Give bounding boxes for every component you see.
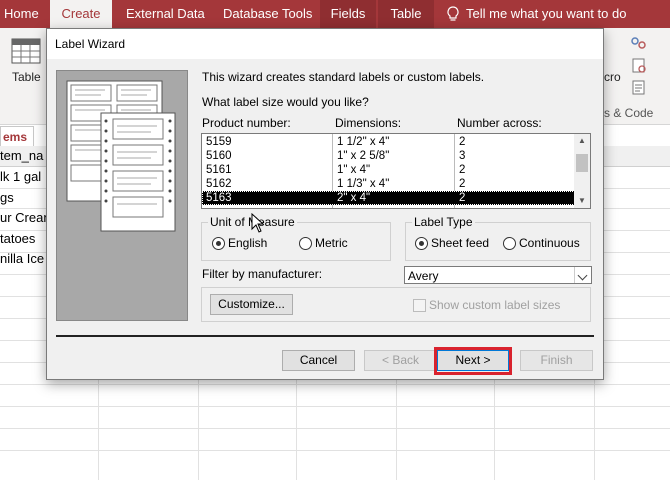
scroll-thumb[interactable]: [576, 154, 588, 172]
show-custom-sizes-label[interactable]: Show custom label sizes: [429, 298, 560, 312]
grid-line: [0, 406, 670, 407]
dialog-separator: [56, 335, 594, 337]
list-item-selected[interactable]: 5163 2" x 4" 2: [202, 191, 575, 205]
tab-table[interactable]: Table: [378, 0, 434, 28]
label-type-legend: Label Type: [412, 215, 475, 229]
metric-label[interactable]: Metric: [315, 236, 348, 250]
dimensions: 1 1/2" x 4": [337, 136, 390, 148]
list-item[interactable]: 5159 1 1/2" x 4" 2: [202, 135, 575, 149]
continuous-radio[interactable]: [503, 237, 516, 250]
grid-line: [0, 450, 670, 451]
visual-basic-icon[interactable]: [631, 80, 647, 96]
lightbulb-icon: [447, 6, 459, 21]
product-number: 5163: [206, 192, 232, 204]
label-type-group: Label Type Sheet feed Continuous: [405, 215, 591, 261]
english-radio[interactable]: [212, 237, 225, 250]
column-header-product-number: Product number:: [202, 116, 291, 130]
english-label[interactable]: English: [228, 236, 267, 250]
customize-panel: Customize... Show custom label sizes: [201, 287, 591, 322]
listbox-scrollbar[interactable]: ▲ ▼: [574, 134, 590, 208]
tell-me-text: Tell me what you want to do: [466, 6, 627, 21]
product-number: 5162: [206, 178, 232, 190]
sheet-feed-radio[interactable]: [415, 237, 428, 250]
number-across: 2: [459, 192, 466, 204]
manufacturer-select[interactable]: Avery: [404, 266, 592, 284]
grid-line: [0, 428, 670, 429]
tab-fields[interactable]: Fields: [320, 0, 376, 28]
number-across: 3: [459, 150, 466, 162]
scroll-down-icon[interactable]: ▼: [578, 196, 586, 205]
label-wizard-dialog: Label Wizard This wizard creates standar…: [46, 28, 604, 380]
tab-database-tools[interactable]: Database Tools: [223, 0, 312, 28]
wizard-intro-text: This wizard creates standard labels or c…: [202, 70, 485, 84]
label-size-question: What label size would you like?: [202, 95, 369, 109]
ribbon-group-macros-code: s & Code: [604, 106, 654, 120]
tab-create[interactable]: Create: [50, 0, 112, 28]
number-across: 2: [459, 136, 466, 148]
cancel-button[interactable]: Cancel: [282, 350, 355, 371]
dimensions: 2" x 4": [337, 192, 371, 204]
table-row[interactable]: lk 1 gal: [0, 169, 41, 184]
show-custom-sizes-checkbox[interactable]: [413, 299, 426, 312]
macro-button-label[interactable]: cro: [604, 70, 621, 84]
number-across: 2: [459, 164, 466, 176]
tab-external-data[interactable]: External Data: [126, 0, 205, 28]
filter-manufacturer-label: Filter by manufacturer:: [202, 267, 323, 281]
column-header-item-name[interactable]: tem_na: [0, 148, 43, 163]
list-item[interactable]: 5161 1" x 4" 2: [202, 163, 575, 177]
grid-line: [0, 384, 670, 385]
dialog-title: Label Wizard: [55, 37, 126, 51]
dimensions: 1" x 4": [337, 164, 371, 176]
number-across: 2: [459, 178, 466, 190]
back-button[interactable]: < Back: [364, 350, 437, 371]
modules-icon[interactable]: [630, 36, 648, 52]
table-row[interactable]: ur Crean: [0, 210, 51, 225]
mouse-pointer-icon: [251, 213, 265, 233]
list-item[interactable]: 5162 1 1/3" x 4" 2: [202, 177, 575, 191]
dimensions: 1 1/3" x 4": [337, 178, 390, 190]
table-row[interactable]: tatoes: [0, 231, 35, 246]
ribbon-tabbar: Home Create External Data Database Tools…: [0, 0, 670, 28]
sheet-feed-label[interactable]: Sheet feed: [431, 236, 489, 250]
unit-of-measure-group: Unit of Measure English Metric: [201, 215, 391, 261]
product-number: 5159: [206, 136, 232, 148]
table-button-label[interactable]: Table: [12, 70, 41, 84]
label-size-listbox[interactable]: 5159 1 1/2" x 4" 2 5160 1" x 2 5/8" 3 51…: [201, 133, 591, 209]
label-sheets-icon: [66, 80, 176, 232]
list-item[interactable]: 5160 1" x 2 5/8" 3: [202, 149, 575, 163]
table-row[interactable]: gs: [0, 190, 14, 205]
scroll-up-icon[interactable]: ▲: [578, 136, 586, 145]
metric-radio[interactable]: [299, 237, 312, 250]
column-header-number-across: Number across:: [457, 116, 542, 130]
next-button-highlight: [434, 347, 512, 375]
table-icon[interactable]: [11, 38, 41, 64]
column-header-dimensions: Dimensions:: [335, 116, 402, 130]
table-row[interactable]: nilla Ice: [0, 251, 44, 266]
manufacturer-value: Avery: [408, 269, 439, 283]
continuous-label[interactable]: Continuous: [519, 236, 580, 250]
dimensions: 1" x 2 5/8": [337, 150, 390, 162]
chevron-down-icon[interactable]: [574, 267, 591, 283]
dialog-title-bar[interactable]: Label Wizard: [47, 29, 603, 59]
document-tab-items[interactable]: ems: [0, 126, 34, 146]
product-number: 5160: [206, 150, 232, 162]
label-sheet-illustration: [56, 70, 188, 321]
customize-button[interactable]: Customize...: [210, 294, 293, 315]
class-module-icon[interactable]: [631, 58, 647, 74]
product-number: 5161: [206, 164, 232, 176]
tab-home[interactable]: Home: [4, 0, 39, 28]
finish-button[interactable]: Finish: [520, 350, 593, 371]
